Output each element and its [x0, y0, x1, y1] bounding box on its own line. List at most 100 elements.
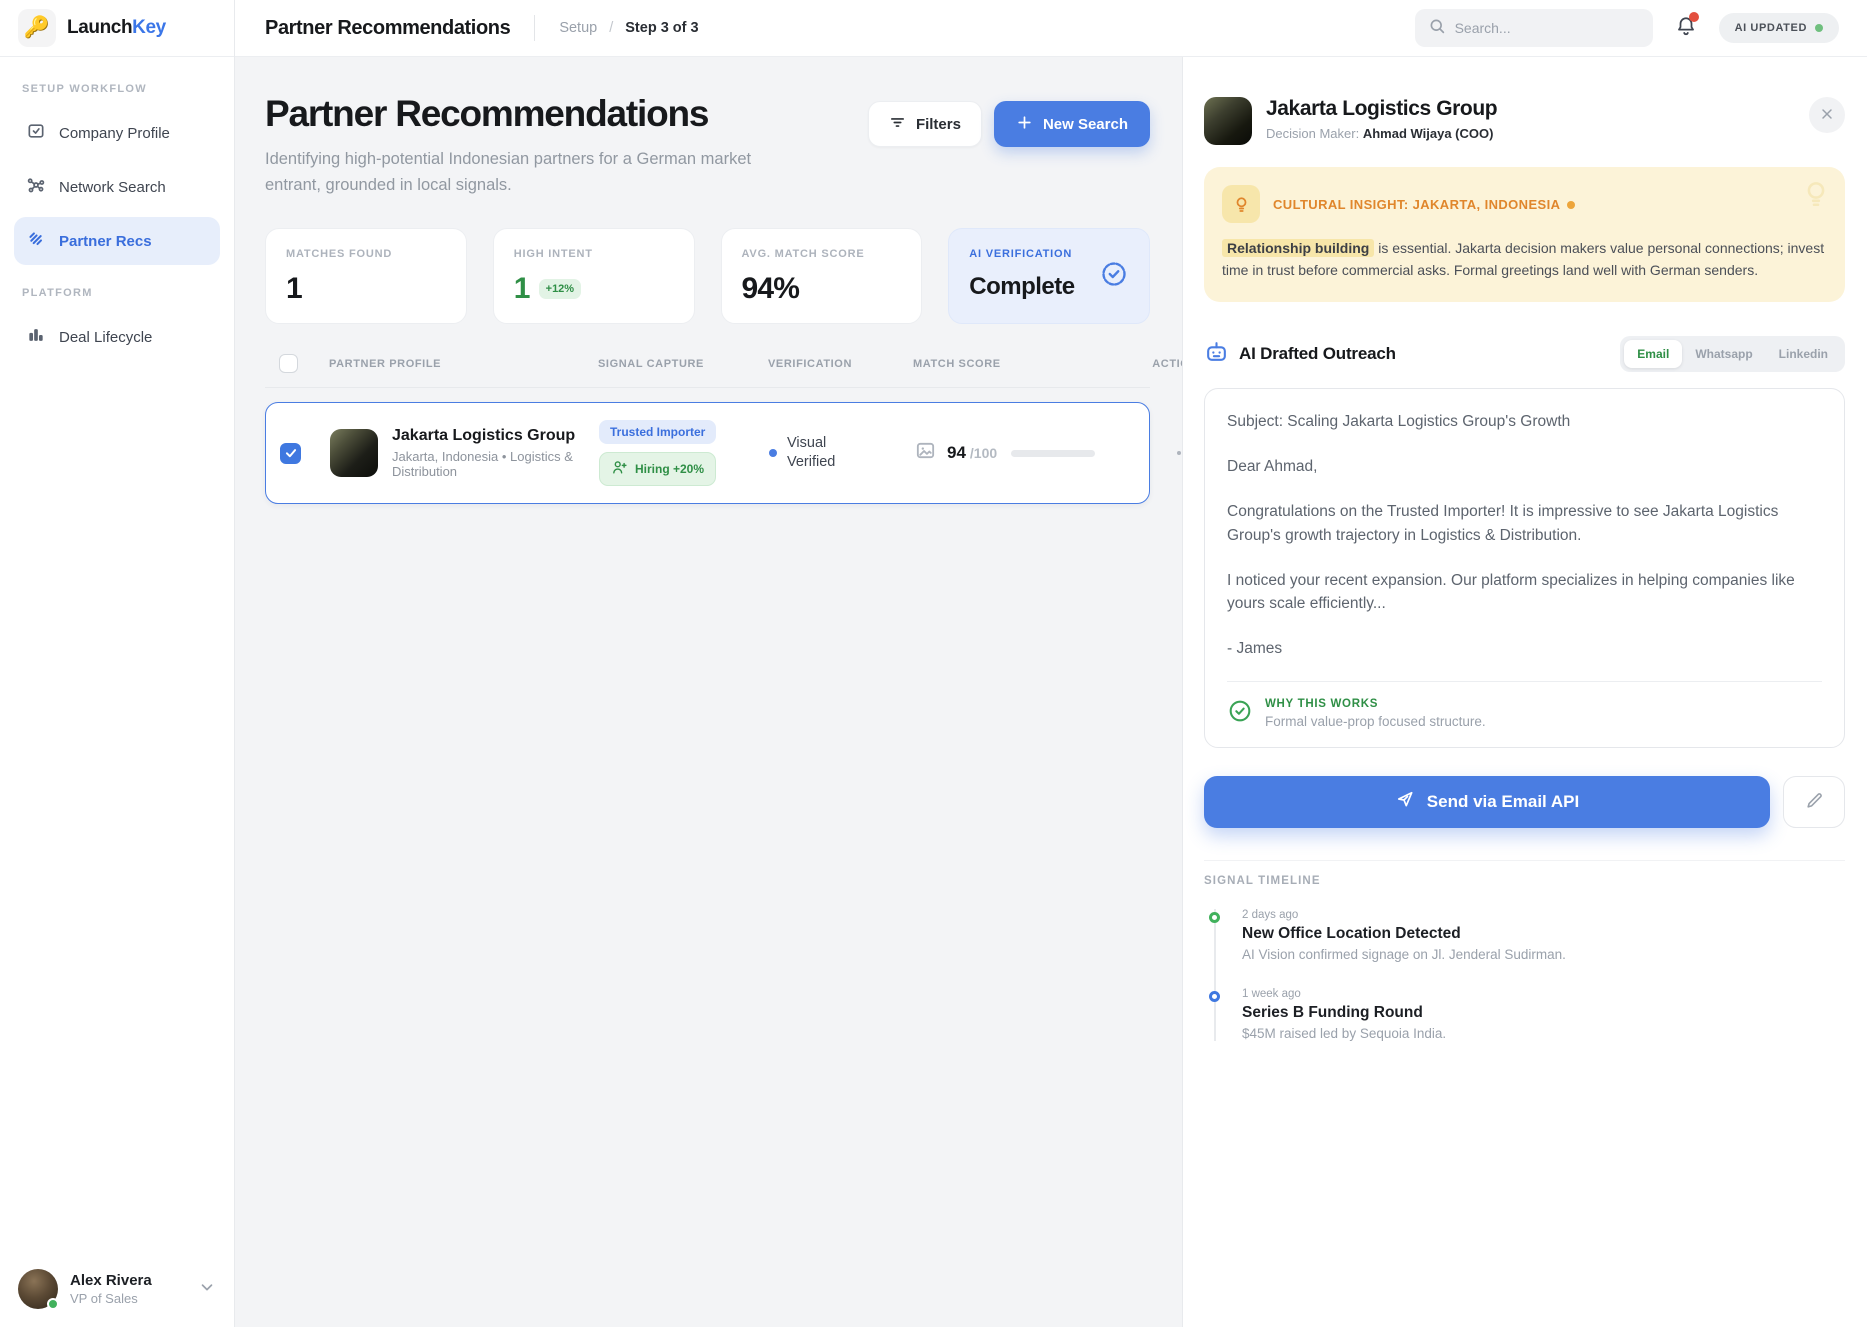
sidebar-item-deal-lifecycle[interactable]: Deal Lifecycle	[14, 313, 220, 361]
timeline-marker-green	[1209, 912, 1220, 923]
why-this-works: WHY THIS WORKS Formal value-prop focused…	[1227, 681, 1822, 729]
sidebar-item-label: Company Profile	[59, 125, 170, 142]
breadcrumb-section: Setup	[559, 20, 597, 36]
select-all-checkbox[interactable]	[279, 354, 298, 373]
timeline-time: 1 week ago	[1242, 988, 1845, 1000]
email-paragraph: I noticed your recent expansion. Our pla…	[1227, 569, 1822, 616]
hiring-badge: Hiring +20%	[599, 452, 716, 486]
send-email-label: Send via Email API	[1427, 792, 1579, 812]
send-email-button[interactable]: Send via Email API	[1204, 776, 1770, 828]
table-row[interactable]: Jakarta Logistics Group Jakarta, Indones…	[265, 402, 1150, 504]
robot-icon	[1204, 339, 1229, 369]
close-icon	[1819, 106, 1835, 125]
orange-dot	[1567, 201, 1575, 209]
filters-button[interactable]: Filters	[868, 101, 982, 147]
green-status-dot	[1815, 24, 1823, 32]
stat-value: 1	[286, 272, 446, 306]
trend-badge: +12%	[539, 279, 581, 299]
stat-value: Complete	[969, 273, 1074, 301]
timeline-time: 2 days ago	[1242, 909, 1845, 921]
email-paragraph: Congratulations on the Trusted Importer!…	[1227, 500, 1822, 547]
check-circle-icon	[1227, 698, 1253, 729]
stat-label: AVG. MATCH SCORE	[742, 248, 902, 260]
verified-dot	[769, 449, 777, 457]
search-bar	[1415, 9, 1653, 47]
sidebar-item-label: Partner Recs	[59, 233, 152, 250]
detail-panel: Jakarta Logistics Group Decision Maker: …	[1182, 57, 1867, 1327]
timeline-event-title: New Office Location Detected	[1242, 925, 1845, 943]
brand-name-secondary: Key	[132, 17, 166, 38]
company-name: Jakarta Logistics Group	[392, 427, 599, 445]
check-square-icon	[26, 121, 46, 145]
match-score-value: 94	[947, 443, 966, 463]
timeline-event-title: Series B Funding Round	[1242, 1004, 1845, 1022]
why-title: WHY THIS WORKS	[1265, 698, 1486, 710]
ai-updated-label: AI UPDATED	[1735, 22, 1807, 34]
avatar	[18, 1269, 58, 1309]
lightbulb-watermark-icon	[1799, 177, 1833, 216]
decision-maker-name: Ahmad Wijaya (COO)	[1363, 126, 1494, 141]
column-header-partner-profile: PARTNER PROFILE	[329, 358, 598, 370]
why-body: Formal value-prop focused structure.	[1265, 714, 1486, 729]
breadcrumb: Setup / Step 3 of 3	[559, 20, 698, 36]
chevron-down-icon	[198, 1278, 216, 1301]
breadcrumb-separator: /	[609, 20, 613, 36]
pencil-icon	[1805, 791, 1824, 813]
row-checkbox[interactable]	[280, 443, 301, 464]
outreach-title: AI Drafted Outreach	[1239, 344, 1396, 364]
filter-icon	[889, 114, 906, 135]
search-input[interactable]	[1455, 20, 1640, 36]
column-header-match-score: MATCH SCORE	[913, 358, 1143, 370]
column-header-verification: VERIFICATION	[768, 358, 913, 370]
timeline-event-desc: $45M raised led by Sequoia India.	[1242, 1026, 1845, 1041]
divider	[534, 15, 535, 41]
tab-email[interactable]: Email	[1624, 340, 1682, 368]
filters-label: Filters	[916, 116, 961, 133]
person-plus-icon	[611, 459, 628, 479]
tab-whatsapp[interactable]: Whatsapp	[1682, 340, 1765, 368]
notification-badge	[1689, 12, 1699, 22]
user-role: VP of Sales	[70, 1291, 186, 1306]
tab-linkedin[interactable]: Linkedin	[1766, 340, 1841, 368]
sidebar-item-network-search[interactable]: Network Search	[14, 163, 220, 211]
sidebar-item-partner-recs[interactable]: Partner Recs	[14, 217, 220, 265]
stats-row: MATCHES FOUND 1 HIGH INTENT 1 +12% AVG. …	[265, 228, 1150, 324]
search-icon	[1428, 17, 1446, 40]
email-greeting: Dear Ahmad,	[1227, 455, 1822, 478]
timeline-event-desc: AI Vision confirmed signage on Jl. Jende…	[1242, 947, 1845, 962]
nav-section-platform: PLATFORM	[14, 287, 220, 299]
sidebar-item-label: Deal Lifecycle	[59, 329, 152, 346]
insight-title-text: CULTURAL INSIGHT: JAKARTA, INDONESIA	[1273, 197, 1560, 212]
match-score-total: /100	[970, 445, 997, 461]
online-status-dot	[47, 1298, 59, 1310]
email-draft-card: Subject: Scaling Jakarta Logistics Group…	[1204, 388, 1845, 748]
email-subject: Subject: Scaling Jakarta Logistics Group…	[1227, 410, 1822, 433]
decision-maker-label: Decision Maker:	[1266, 126, 1359, 141]
stat-value: 94%	[742, 272, 902, 306]
company-logo	[1204, 97, 1252, 145]
edit-draft-button[interactable]	[1783, 776, 1845, 828]
stat-value: 1	[514, 272, 530, 306]
stat-card-ai-verification: AI VERIFICATION Complete	[948, 228, 1150, 324]
sidebar-item-label: Network Search	[59, 179, 166, 196]
email-signature: - James	[1227, 637, 1822, 660]
stat-card-matches-found: MATCHES FOUND 1	[265, 228, 467, 324]
notifications-button[interactable]	[1675, 15, 1697, 42]
verified-seal-icon	[1099, 259, 1129, 294]
trusted-importer-badge: Trusted Importer	[599, 420, 716, 444]
brand-logo: 🔑 LaunchKey	[0, 0, 234, 57]
main-content: Partner Recommendations Identifying high…	[235, 57, 1182, 1327]
decision-maker: Decision Maker: Ahmad Wijaya (COO)	[1266, 126, 1497, 141]
topbar: Partner Recommendations Setup / Step 3 o…	[235, 0, 1867, 57]
brand-name-primary: Launch	[67, 17, 132, 38]
ai-updated-badge: AI UPDATED	[1719, 13, 1839, 43]
sidebar-item-company-profile[interactable]: Company Profile	[14, 109, 220, 157]
close-panel-button[interactable]	[1809, 97, 1845, 133]
panel-company-name: Jakarta Logistics Group	[1266, 97, 1497, 121]
company-logo	[330, 429, 378, 477]
table-header: PARTNER PROFILE SIGNAL CAPTURE VERIFICAT…	[265, 354, 1150, 388]
user-menu[interactable]: Alex Rivera VP of Sales	[0, 1251, 234, 1327]
timeline-item: 1 week ago Series B Funding Round $45M r…	[1242, 988, 1845, 1041]
stat-card-high-intent: HIGH INTENT 1 +12%	[493, 228, 695, 324]
new-search-button[interactable]: New Search	[994, 101, 1150, 147]
